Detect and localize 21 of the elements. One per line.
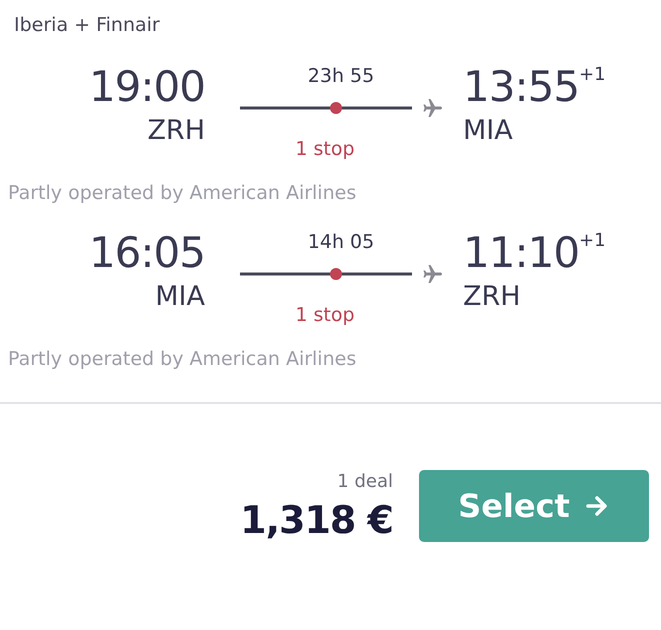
price: 1,318 € <box>240 498 393 542</box>
flight-duration: 14h 05 <box>306 230 376 254</box>
deal-count: 1 deal <box>337 471 393 492</box>
stops-label: 1 stop <box>294 138 356 160</box>
select-button[interactable]: Select <box>419 470 649 542</box>
operator-note: Partly operated by American Airlines <box>8 348 356 370</box>
flight-duration: 23h 55 <box>306 64 376 88</box>
stops-label: 1 stop <box>294 304 356 326</box>
airline-names: Iberia + Finnair <box>14 14 160 36</box>
departure-time: 19:00 <box>88 64 205 110</box>
departure-airport: MIA <box>155 280 205 314</box>
day-offset: +1 <box>579 64 606 85</box>
arrival-time: 11:10 <box>463 230 580 276</box>
departure-airport: ZRH <box>147 114 205 148</box>
arrival-time: 13:55 <box>463 64 580 110</box>
departure-time: 16:05 <box>88 230 205 276</box>
operator-note: Partly operated by American Airlines <box>8 182 356 204</box>
arrival-airport: ZRH <box>463 280 521 314</box>
arrow-icon <box>584 494 610 518</box>
arrival-airport: MIA <box>463 114 513 148</box>
day-offset: +1 <box>579 230 606 251</box>
